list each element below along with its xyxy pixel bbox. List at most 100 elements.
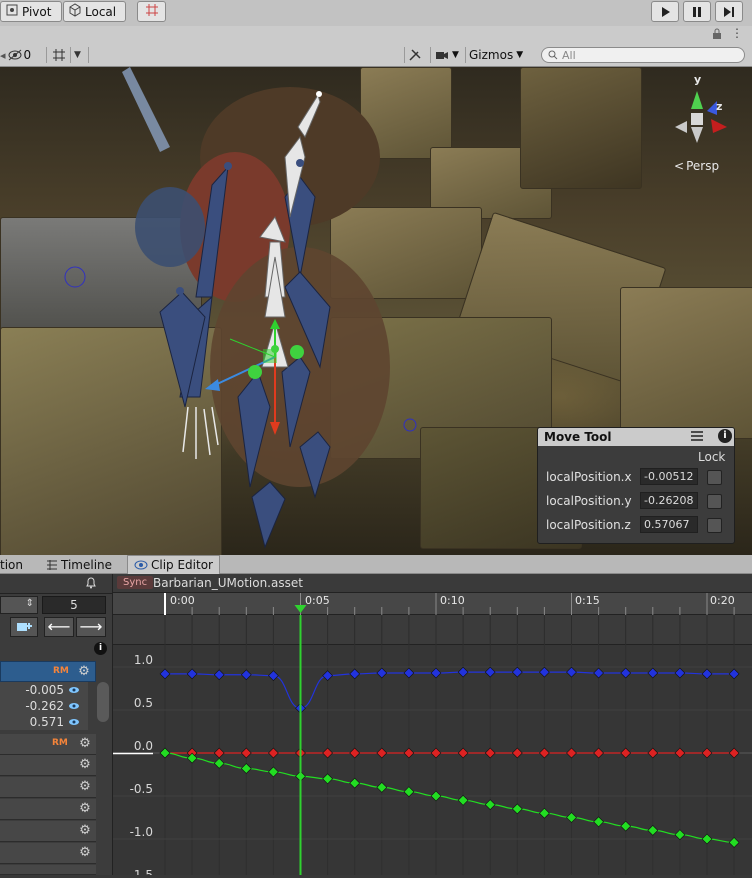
- eye-icon[interactable]: [68, 702, 80, 710]
- keyframe-point: [403, 747, 415, 759]
- curve-series-2: [164, 752, 735, 844]
- y-axis-label: -1.0: [130, 825, 153, 839]
- position-y-field[interactable]: -0.26208: [640, 492, 698, 509]
- gear-icon[interactable]: ⚙: [78, 758, 92, 772]
- gear-icon[interactable]: ⚙: [77, 665, 91, 679]
- tools-button[interactable]: [408, 46, 422, 64]
- eye-icon[interactable]: [68, 686, 80, 694]
- eye-icon[interactable]: [68, 718, 80, 726]
- tab-clip-editor[interactable]: Clip Editor: [127, 555, 220, 574]
- gizmos-dropdown[interactable]: Gizmos ▼: [469, 46, 523, 64]
- visibility-toggle[interactable]: ◂ 0: [0, 46, 44, 64]
- bone-row[interactable]: ⚙: [0, 821, 96, 842]
- time-ruler[interactable]: 0:00 0:05 0:10 0:15 0:20: [113, 593, 752, 615]
- ruler-label: 0:20: [710, 594, 735, 607]
- scene-view-bar: ◂ 0 ▼ ▼ Gizmos ▼ All: [0, 44, 752, 67]
- bone-row[interactable]: ⚙: [0, 843, 96, 864]
- frame-field[interactable]: 5: [42, 596, 106, 614]
- position-x-label: localPosition.x: [546, 470, 632, 484]
- tab-timeline[interactable]: Timeline: [40, 555, 118, 574]
- bone-row[interactable]: ⚙: [0, 799, 96, 820]
- keyframe-point: [511, 666, 523, 678]
- gear-icon[interactable]: ⚙: [78, 737, 92, 751]
- divider: [404, 47, 405, 63]
- bell-icon[interactable]: [85, 575, 97, 592]
- sync-button[interactable]: Sync: [117, 576, 154, 589]
- gear-icon[interactable]: ⚙: [78, 824, 92, 838]
- keyframe-point: [593, 747, 604, 759]
- move-tool-header[interactable]: Move Tool: [538, 428, 734, 446]
- divider: [88, 47, 89, 63]
- bone-row[interactable]: [0, 865, 96, 875]
- next-key-button[interactable]: ⟶: [76, 617, 106, 637]
- info-icon[interactable]: i: [718, 429, 732, 443]
- keyframe-point: [349, 668, 361, 680]
- scene-search-input[interactable]: All: [541, 47, 745, 63]
- local-cube-icon: [68, 3, 82, 20]
- orientation-gizmo[interactable]: [665, 77, 745, 157]
- keyframe-point: [213, 747, 225, 759]
- pivot-label: Pivot: [22, 4, 52, 19]
- keyframe-point: [620, 667, 632, 679]
- clip-header: Sync Barbarian_UMotion.asset: [113, 574, 752, 593]
- keyframe-point: [376, 782, 388, 793]
- keyframe-point: [376, 667, 388, 679]
- lock-y-checkbox[interactable]: [707, 494, 722, 509]
- prev-key-button[interactable]: ⟵: [44, 617, 74, 637]
- pivot-toggle[interactable]: Pivot: [0, 1, 62, 22]
- keyframe-point: [457, 747, 469, 759]
- position-x-field[interactable]: -0.00512: [640, 468, 698, 485]
- bone-row[interactable]: ⚙: [0, 777, 96, 798]
- persp-label[interactable]: < Persp: [674, 159, 719, 173]
- curve-editor[interactable]: 1.0 0.5 0.0 -0.5 -1.0 -1.5: [113, 645, 752, 878]
- gear-icon[interactable]: ⚙: [78, 802, 92, 816]
- grid-snap-button[interactable]: [137, 1, 166, 22]
- keyframe-point: [647, 825, 659, 836]
- gear-icon[interactable]: ⚙: [78, 846, 92, 860]
- scrollbar-thumb[interactable]: [97, 682, 109, 722]
- rm-badge: RM: [52, 738, 68, 748]
- gizmos-label: Gizmos: [469, 48, 514, 62]
- menu-kebab-icon[interactable]: ⋮: [731, 26, 743, 40]
- updown-arrow-icon: ⇕: [25, 598, 34, 609]
- grid-dropdown[interactable]: ▼: [74, 46, 81, 64]
- lock-x-checkbox[interactable]: [707, 470, 722, 485]
- bone-row[interactable]: RM ⚙: [0, 734, 96, 755]
- mode-dropdown[interactable]: ⇕: [0, 596, 38, 614]
- keyframe-point: [484, 799, 496, 810]
- left-panel-header: [0, 574, 112, 594]
- tab-animation[interactable]: tion: [0, 555, 29, 574]
- pivot-icon: [5, 3, 19, 20]
- camera-dropdown[interactable]: ▼: [435, 46, 459, 64]
- play-button[interactable]: [651, 1, 679, 22]
- search-icon: [548, 50, 558, 60]
- keyframe-point: [728, 747, 740, 759]
- lock-column-label: Lock: [698, 450, 726, 464]
- keyframe-point: [701, 747, 713, 759]
- scene-header: ⋮: [0, 26, 752, 44]
- gear-icon[interactable]: ⚙: [78, 780, 92, 794]
- keyframe-point: [349, 777, 361, 789]
- curve-graph[interactable]: 1.0 0.5 0.0 -0.5 -1.0 -1.5: [113, 645, 752, 878]
- position-y-label: localPosition.y: [546, 494, 632, 508]
- position-z-field[interactable]: 0.57067: [640, 516, 698, 533]
- add-key-button[interactable]: [10, 617, 38, 637]
- menu-lines-icon[interactable]: [690, 430, 704, 445]
- visibility-count: 0: [23, 48, 32, 62]
- lock-icon[interactable]: [712, 28, 722, 43]
- editor-tab-bar: tion Timeline Clip Editor: [0, 555, 752, 574]
- keyframe-point: [593, 667, 604, 679]
- step-button[interactable]: [715, 1, 743, 22]
- keyframe-point: [213, 669, 225, 681]
- eye-icon: [134, 560, 148, 570]
- event-strip[interactable]: [113, 615, 752, 645]
- bone-row-selected[interactable]: RM ⚙: [0, 661, 96, 682]
- bone-row[interactable]: ⚙: [0, 755, 96, 776]
- info-icon[interactable]: i: [94, 642, 107, 655]
- divider: [430, 47, 431, 63]
- pause-button[interactable]: [683, 1, 711, 22]
- lock-z-checkbox[interactable]: [707, 518, 722, 533]
- local-toggle[interactable]: Local: [63, 1, 126, 22]
- ruler-label: 0:15: [575, 594, 600, 607]
- grid-toggle[interactable]: [52, 46, 66, 64]
